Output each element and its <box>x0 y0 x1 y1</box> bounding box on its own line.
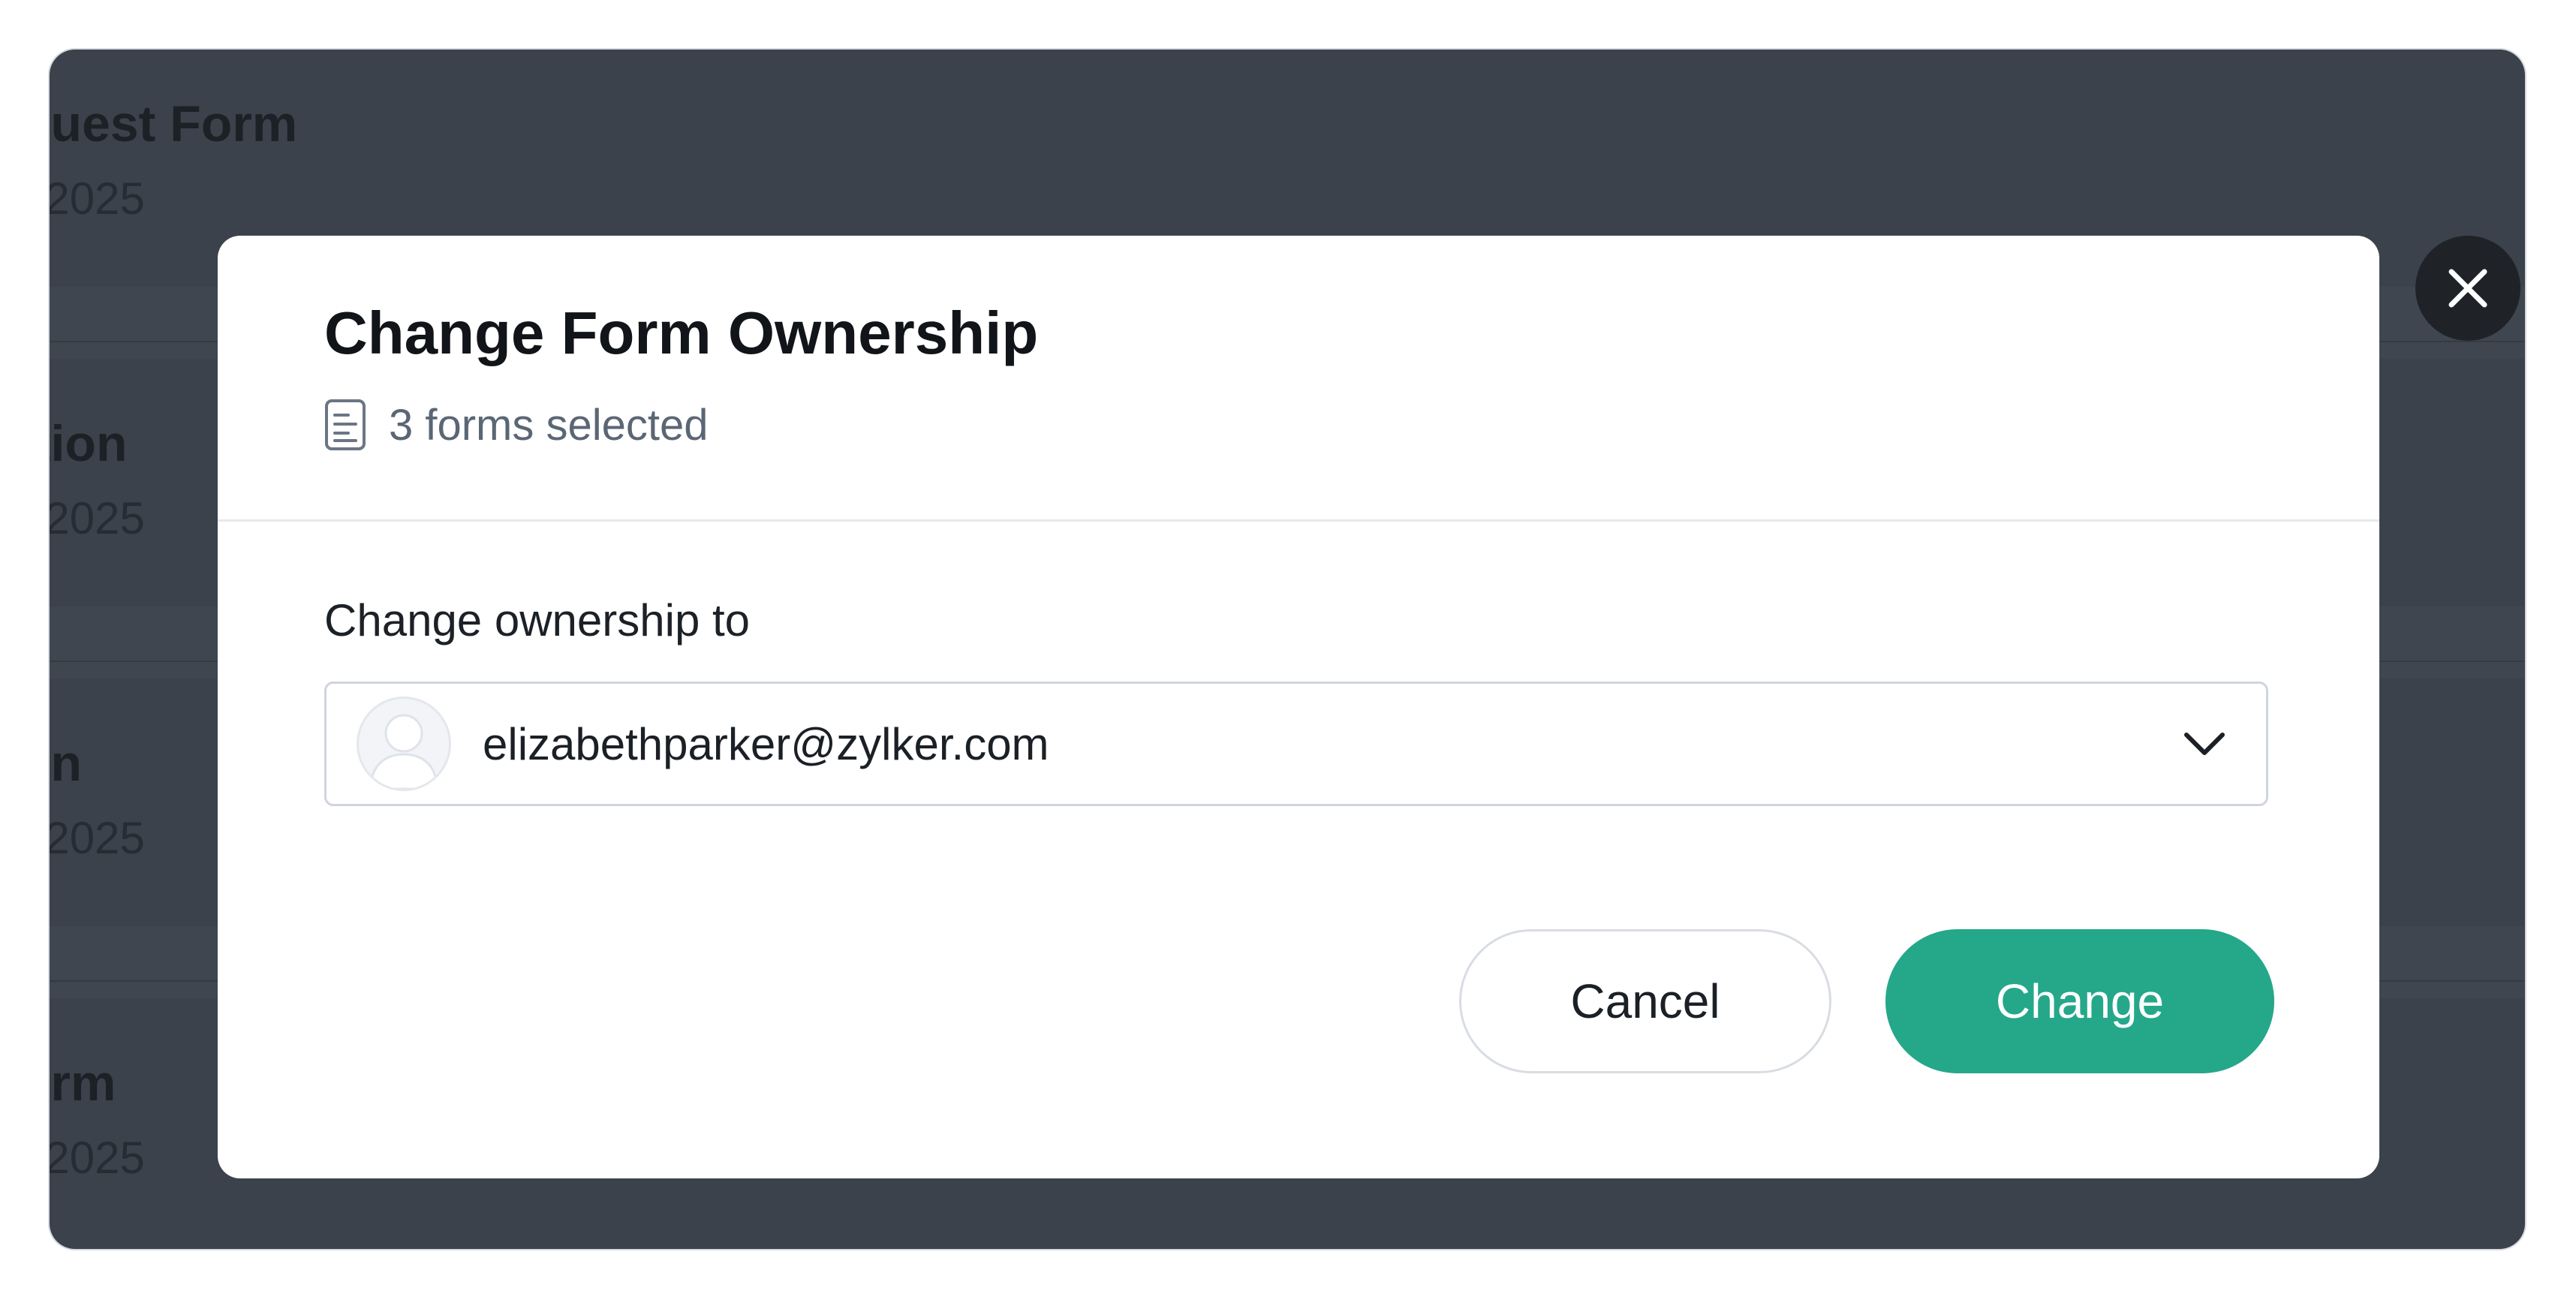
close-icon <box>2448 269 2487 308</box>
selection-summary: 3 forms selected <box>324 396 709 453</box>
dialog-header: Change Form Ownership 3 forms selected <box>218 236 2379 522</box>
owner-select[interactable]: elizabethparker@zylker.com <box>324 682 2268 806</box>
background-form-name: on <box>50 735 83 792</box>
background-form-date: , 2025 <box>50 813 145 863</box>
document-icon <box>325 399 366 450</box>
owner-select-value: elizabethparker@zylker.com <box>483 718 1049 769</box>
dialog-title: Change Form Ownership <box>324 299 1039 366</box>
selected-count-text: 3 forms selected <box>389 400 709 450</box>
close-button[interactable] <box>2415 236 2520 341</box>
cancel-button[interactable]: Cancel <box>1459 929 1831 1073</box>
change-button[interactable]: Change <box>1885 929 2274 1073</box>
background-form-date: , 2025 <box>50 493 145 543</box>
background-form-date: , 2025 <box>50 1133 145 1183</box>
background-form-name: ition <box>50 415 128 472</box>
background-form-name: quest Form <box>50 95 298 152</box>
page-frame: quest Form , 2025 ition , 2025 on , 2025… <box>50 50 2525 1249</box>
user-avatar-icon <box>357 697 451 791</box>
background-form-date: , 2025 <box>50 173 145 224</box>
background-form-name: orm <box>50 1055 116 1112</box>
ownership-field-label: Change ownership to <box>324 595 751 645</box>
chevron-down-icon <box>2184 733 2225 755</box>
change-ownership-dialog: Change Form Ownership 3 forms selected C… <box>218 236 2379 1178</box>
